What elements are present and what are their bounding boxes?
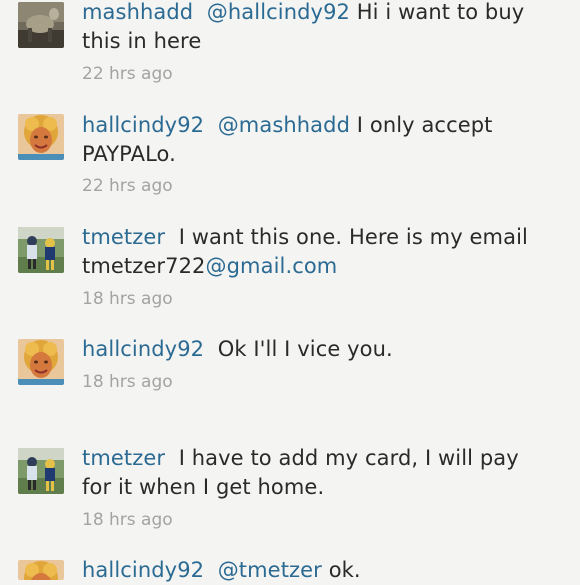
comment-body: hallcindy92 Ok I'll I vice you. (82, 335, 552, 364)
avatar[interactable] (18, 2, 64, 48)
hallcindy92-avatar-icon (18, 339, 64, 385)
comment-mention[interactable]: @mashhadd (218, 113, 350, 137)
comment-timestamp: 18 hrs ago (82, 289, 173, 309)
comment-body: tmetzer I want this one. Here is my emai… (82, 223, 552, 281)
avatar[interactable] (18, 448, 64, 494)
comment-body: mashhadd @hallcindy92 Hi i want to buy t… (82, 0, 552, 56)
comment-mention[interactable]: @hallcindy92 (207, 0, 350, 24)
comment-timestamp: 22 hrs ago (82, 64, 173, 84)
comment-username[interactable]: tmetzer (82, 446, 165, 470)
hallcindy92-avatar-icon (18, 560, 64, 580)
comment-timestamp: 18 hrs ago (82, 510, 173, 530)
avatar[interactable] (18, 227, 64, 273)
comment-mention[interactable]: @tmetzer (218, 558, 322, 582)
comment-username[interactable]: hallcindy92 (82, 558, 204, 582)
comment-body: hallcindy92 @mashhadd I only accept PAYP… (82, 111, 552, 169)
avatar[interactable] (18, 560, 64, 580)
comment-timestamp: 22 hrs ago (82, 176, 173, 196)
comment-username[interactable]: tmetzer (82, 225, 165, 249)
comment-text: ok. (328, 558, 361, 582)
mashhadd-avatar-icon (18, 2, 64, 48)
comment-body: tmetzer I have to add my card, I will pa… (82, 444, 552, 502)
comment-username[interactable]: mashhadd (82, 0, 193, 24)
comment-username[interactable]: hallcindy92 (82, 337, 204, 361)
comment-username[interactable]: hallcindy92 (82, 113, 204, 137)
hallcindy92-avatar-icon (18, 114, 64, 160)
comment-body: hallcindy92 @tmetzer ok. (82, 556, 552, 585)
tmetzer-avatar-icon (18, 448, 64, 494)
tmetzer-avatar-icon (18, 227, 64, 273)
avatar[interactable] (18, 114, 64, 160)
email-link[interactable]: @gmail.com (206, 254, 338, 278)
comment-timestamp: 18 hrs ago (82, 372, 173, 392)
avatar[interactable] (18, 339, 64, 385)
comment-text: Ok I'll I vice you. (217, 337, 393, 361)
